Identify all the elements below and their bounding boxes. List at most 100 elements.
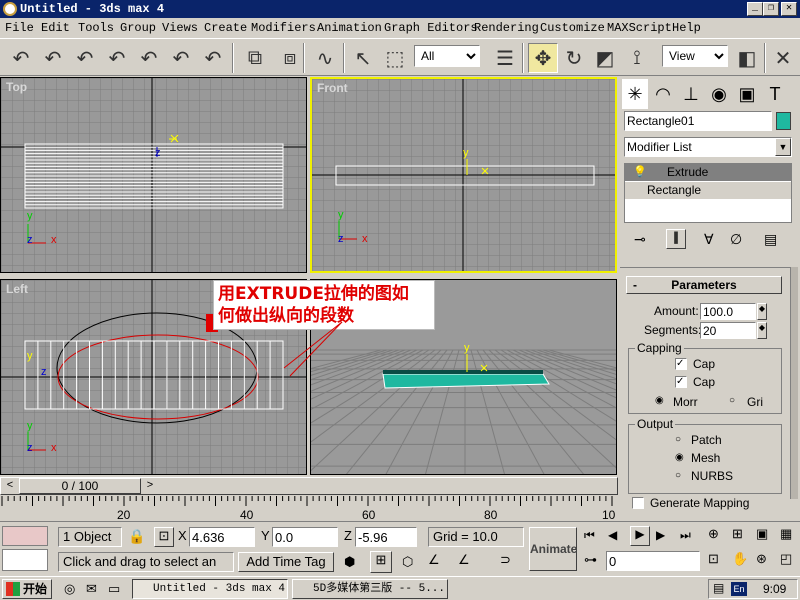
redo-icon[interactable]: ↶ <box>38 43 68 73</box>
display-tab-icon[interactable]: ▣ <box>734 79 760 109</box>
go-to-end-icon[interactable]: ⏭ <box>680 528 691 543</box>
show-end-result-icon[interactable]: ∥ <box>666 229 686 249</box>
unlink-icon[interactable]: ⧈ <box>275 43 305 73</box>
task-doc[interactable]: 5D多媒体第三版 -- 5... <box>292 579 448 599</box>
rotate-icon[interactable]: ↻ <box>559 43 589 73</box>
add-time-tag-button[interactable]: Add Time Tag <box>238 552 334 572</box>
menu-maxscript[interactable]: MAXScript <box>607 21 672 35</box>
modifier-list-dropdown[interactable]: Modifier List ▼ <box>624 137 792 157</box>
network-icon[interactable]: ▤ <box>713 581 724 595</box>
prev-frame-button[interactable]: < <box>3 479 17 493</box>
nurbs-radio[interactable]: ○ <box>675 470 681 481</box>
arc-rotate-icon[interactable]: ⊛ <box>756 551 767 567</box>
mirror-axis-icon[interactable]: ⟟ <box>622 43 652 73</box>
play-icon[interactable]: ▶ <box>630 526 650 546</box>
object-name-input[interactable] <box>624 111 772 131</box>
close-button[interactable]: ✕ <box>781 2 797 16</box>
viewport-label[interactable]: Top <box>6 80 27 94</box>
remove-modifier-icon[interactable]: ∅ <box>730 231 742 248</box>
curve-arrow-icon[interactable]: ↶ <box>134 43 164 73</box>
y-coord-input[interactable] <box>272 527 338 547</box>
angle-snap-icon[interactable]: ⬡ <box>402 554 413 570</box>
go-to-start-icon[interactable]: ⏮ <box>584 528 595 543</box>
make-unique-icon[interactable]: ∀ <box>704 231 714 248</box>
cap-end-checkbox[interactable]: ✓ <box>675 376 687 388</box>
grid-radio[interactable]: ○ <box>729 395 735 406</box>
patch-radio[interactable]: ○ <box>675 434 681 445</box>
browser-icon[interactable]: ◎ <box>64 581 75 597</box>
generate-mapping-checkbox[interactable] <box>632 497 644 509</box>
selected-extrude-left[interactable] <box>24 340 284 410</box>
input-lang[interactable]: En <box>731 582 747 596</box>
stack-item-rectangle[interactable]: Rectangle <box>625 182 791 199</box>
modify-tab-icon[interactable]: ◠ <box>650 79 676 109</box>
rollout-header[interactable]: - Parameters <box>626 276 782 294</box>
stack-item-extrude[interactable]: 💡 Extrude <box>625 164 791 181</box>
viewport-front[interactable]: Front y y z x <box>310 77 617 273</box>
selection-filter-dropdown[interactable]: All <box>414 45 480 67</box>
utilities-tab-icon[interactable]: T <box>762 79 788 109</box>
menu-graph-editors[interactable]: Graph Editors <box>384 21 478 35</box>
menu-edit[interactable]: Edit <box>41 21 70 35</box>
select-region-icon[interactable]: ⬚ <box>380 43 410 73</box>
create-tab-icon[interactable]: ✳ <box>622 79 648 109</box>
absolute-mode-icon[interactable]: ⊡ <box>154 527 174 547</box>
maxscript-listener-white[interactable] <box>2 549 48 571</box>
configure-sets-icon[interactable]: ▤ <box>764 231 777 248</box>
segments-input[interactable] <box>700 322 756 339</box>
bind-space-warp-icon[interactable]: ∿ <box>310 43 340 73</box>
ref-coord-dropdown[interactable]: View <box>662 45 728 67</box>
app-icon[interactable] <box>3 2 17 16</box>
menu-customize[interactable]: Customize <box>540 21 605 35</box>
zoom-extents-icon[interactable]: ▣ <box>756 526 768 542</box>
chevron-down-icon[interactable]: ▼ <box>775 138 791 156</box>
animate-button[interactable]: Animate <box>529 527 577 571</box>
menu-tools[interactable]: Tools <box>78 21 114 35</box>
snap-icon[interactable]: ⬢ <box>344 554 355 570</box>
current-frame-input[interactable] <box>606 551 700 571</box>
curve-arrow-icon[interactable]: ↶ <box>166 43 196 73</box>
amount-input[interactable] <box>700 303 756 320</box>
spinner-snap-icon[interactable]: ∠ <box>458 552 470 568</box>
scale-icon[interactable]: ◩ <box>590 43 620 73</box>
morph-radio[interactable]: ◉ <box>655 395 664 406</box>
undo-icon[interactable]: ↶ <box>6 43 36 73</box>
viewport-label[interactable]: Front <box>317 81 348 95</box>
menu-animation[interactable]: Animation <box>317 21 382 35</box>
menu-modifiers[interactable]: Modifiers <box>251 21 316 35</box>
maximize-viewport-icon[interactable]: ◰ <box>780 551 792 567</box>
cap-start-checkbox[interactable]: ✓ <box>675 358 687 370</box>
zoom-icon[interactable]: ⊕ <box>708 526 719 542</box>
mirror-icon[interactable]: ✕ <box>768 43 798 73</box>
lightbulb-icon[interactable]: 💡 <box>633 164 647 181</box>
next-frame-button[interactable]: > <box>143 479 157 493</box>
time-slider-thumb[interactable]: 0 / 100 <box>19 478 141 494</box>
viewport-top[interactable]: Top z y z x <box>0 77 307 273</box>
panel-scrollbar[interactable] <box>790 267 798 499</box>
curve-arrow-icon[interactable]: ↶ <box>70 43 100 73</box>
maxscript-listener-pink[interactable] <box>2 526 48 546</box>
curve-arrow-icon[interactable]: ↶ <box>198 43 228 73</box>
link-icon[interactable]: ⧉ <box>240 43 270 73</box>
start-button[interactable]: 开始 <box>2 579 52 599</box>
minimize-button[interactable]: _ <box>747 2 763 16</box>
percent-snap-icon[interactable]: ∠ <box>428 552 440 568</box>
magnet-icon[interactable]: ⊃ <box>500 552 511 568</box>
mesh-radio[interactable]: ◉ <box>675 452 684 463</box>
track-ruler[interactable]: 20 40 60 80 10 <box>0 496 618 522</box>
prev-frame-icon[interactable]: ◀ <box>608 528 617 542</box>
lock-icon[interactable]: 🔒 <box>128 528 145 545</box>
viewport-label[interactable]: Left <box>6 282 28 296</box>
selected-extrude-top[interactable] <box>24 143 284 209</box>
x-coord-input[interactable] <box>189 527 255 547</box>
menu-file[interactable]: File <box>5 21 34 35</box>
restore-button[interactable]: ❐ <box>763 2 779 16</box>
menu-rendering[interactable]: Rendering <box>474 21 539 35</box>
curve-arrow-icon[interactable]: ↶ <box>102 43 132 73</box>
zoom-all-icon[interactable]: ⊞ <box>732 526 743 542</box>
pan-hand-icon[interactable]: ✋ <box>732 551 748 567</box>
segments-spinner[interactable]: ◆ <box>757 322 767 339</box>
key-mode-icon[interactable]: ⊶ <box>584 552 597 568</box>
region-zoom-icon[interactable]: ⊡ <box>708 551 719 567</box>
task-max[interactable]: Untitled - 3ds max 4 <box>132 579 288 599</box>
